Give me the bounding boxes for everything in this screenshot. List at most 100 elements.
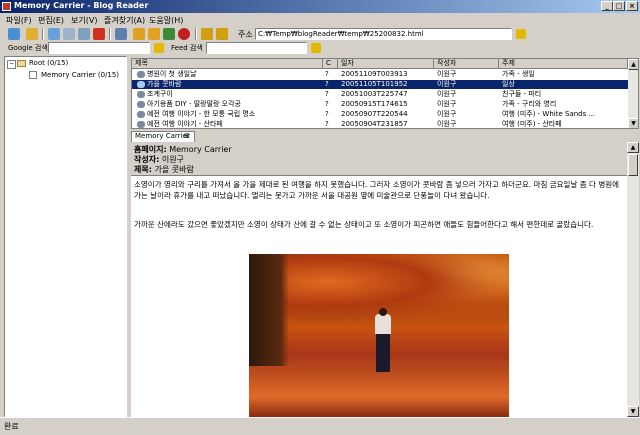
post-header: 홈페이지: Memory Carrier 작성자: 이원구 제목: 가을 콧바람: [131, 142, 627, 176]
tab-label: Memory Carrier: [135, 132, 190, 140]
menu-favorites[interactable]: 즐겨찾기(A): [104, 15, 145, 26]
cell-author: 이원구: [437, 70, 457, 78]
close-button[interactable]: ×: [626, 1, 638, 11]
cell-date: 20050904T231857: [341, 120, 408, 128]
feed-search-label: Feed 검색: [171, 44, 203, 52]
delete-icon[interactable]: [93, 28, 105, 40]
cell-author: 이원구: [437, 100, 457, 108]
cell-date: 20051105T101952: [341, 80, 408, 88]
column-header-author[interactable]: 작성자: [434, 59, 499, 69]
menu-view[interactable]: 보기(V): [71, 15, 97, 26]
column-header-date[interactable]: 일자: [338, 59, 434, 69]
table-row[interactable]: 병원이 첫 생일날? 20051109T003913 이원구 가족 - 생일: [132, 70, 628, 79]
post-icon: [137, 121, 145, 128]
cell-date: 20051003T225747: [341, 90, 408, 98]
address-input[interactable]: C:₩Temp₩blogReader₩temp₩25200832.html: [255, 28, 512, 40]
scroll-thumb[interactable]: [628, 154, 638, 176]
folder-icon: [17, 60, 26, 67]
edit-icon[interactable]: [63, 28, 75, 40]
content-scrollbar[interactable]: ▲ ▼: [627, 142, 639, 417]
status-bar: 완료: [0, 417, 640, 435]
status-text: 완료: [4, 422, 19, 431]
cell-title: 예전 여행 이야기 - 산타페: [147, 120, 223, 128]
column-header-topic[interactable]: 주제: [499, 59, 628, 69]
cell-c: ?: [325, 90, 329, 98]
list-scrollbar[interactable]: ▲ ▼: [628, 59, 638, 128]
cell-topic: 여행 (미주) - 산타페: [502, 120, 562, 128]
table-row[interactable]: 예전 여행 이야기 - 산타페? 20050904T231857 이원구 여행 (미주…: [132, 120, 628, 128]
column-header-title[interactable]: 제목: [132, 59, 323, 69]
minimize-button[interactable]: _: [601, 1, 613, 11]
cell-date: 20051109T003913: [341, 70, 408, 78]
refresh-icon[interactable]: [8, 28, 20, 40]
homepage-value[interactable]: Memory Carrier: [169, 145, 231, 154]
scroll-up-button[interactable]: ▲: [628, 59, 638, 70]
folder-icon[interactable]: [26, 28, 38, 40]
author-value: 이원구: [161, 155, 184, 164]
cell-topic: 친구들 - 파티: [502, 90, 542, 98]
google-search-go-icon[interactable]: [154, 43, 164, 53]
homepage-label: 홈페이지:: [134, 145, 167, 154]
up-icon[interactable]: [201, 28, 213, 40]
post-content: 소영이가 영리와 구리를 가져서 올 가을 제대로 된 여행을 하지 못했습니다…: [131, 176, 627, 417]
tree-collapse-toggle[interactable]: −: [7, 60, 16, 69]
cell-date: 20050915T174615: [341, 100, 408, 108]
address-go-icon[interactable]: [516, 29, 526, 39]
address-label: 주소: [238, 30, 253, 39]
cell-title: 병원이 첫 생일날: [147, 70, 197, 78]
table-row[interactable]: 조계구이? 20051003T225747 이원구 친구들 - 파티: [132, 90, 628, 99]
cell-date: 20050907T220544: [341, 110, 408, 118]
title-bar: Memory Carrier - Blog Reader _ □ ×: [0, 0, 640, 13]
column-header-c[interactable]: C: [323, 59, 338, 69]
cell-topic: 여행 (미주) - White Sands ...: [502, 110, 596, 118]
menu-file[interactable]: 파일(F): [6, 15, 32, 26]
page-icon[interactable]: [115, 28, 127, 40]
table-row[interactable]: 아기용품 DIY - 딸랑딸랑 오각공? 20050915T174615 이원구 가족…: [132, 100, 628, 109]
feed-search-input[interactable]: [206, 42, 307, 54]
cell-author: 이원구: [437, 90, 457, 98]
feed-search-go-icon[interactable]: [311, 43, 321, 53]
scroll-down-button[interactable]: ▼: [627, 406, 639, 417]
cell-topic: 일상: [502, 80, 515, 88]
menu-edit[interactable]: 편집(E): [38, 15, 64, 26]
cell-c: ?: [325, 80, 329, 88]
post-paragraph-2: 가까운 산에라도 갔으면 좋았겠지만 소영이 상태가 산에 갈 수 없는 상태이…: [134, 220, 594, 229]
move-icon[interactable]: [78, 28, 90, 40]
app-icon: [2, 2, 11, 11]
forward-icon[interactable]: [148, 28, 160, 40]
title-label: 제목:: [134, 165, 152, 174]
cell-topic: 가족 - 구리와 영리: [502, 100, 557, 108]
cell-c: ?: [325, 70, 329, 78]
menu-bar: 파일(F) 편집(E) 보기(V) 즐겨찾기(A) 도움말(H): [0, 13, 640, 27]
author-label: 작성자:: [134, 155, 160, 164]
autumn-photo: [249, 254, 509, 417]
toolbar: 주소 C:₩Temp₩blogReader₩temp₩25200832.html: [0, 27, 640, 41]
table-row[interactable]: 가을 콧바람? 20051105T101952 이원구 일상: [132, 80, 628, 89]
window-title: Memory Carrier - Blog Reader: [14, 1, 149, 10]
back-icon[interactable]: [133, 28, 145, 40]
new-feed-icon[interactable]: [48, 28, 60, 40]
stop-icon[interactable]: [178, 28, 190, 40]
menu-help[interactable]: 도움말(H): [149, 15, 183, 26]
cell-c: ?: [325, 100, 329, 108]
table-row[interactable]: 예전 여행 이야기 - 한 모퉁 국립 명소? 20050907T220544 이원…: [132, 110, 628, 119]
post-paragraph-1: 소영이가 영리와 구리를 가져서 올 가을 제대로 된 여행을 하지 못했습니다…: [134, 180, 620, 200]
maximize-button[interactable]: □: [613, 1, 625, 11]
post-icon: [137, 101, 145, 108]
close-icon[interactable]: ⊠: [184, 132, 190, 141]
down-icon[interactable]: [216, 28, 228, 40]
cell-c: ?: [325, 110, 329, 118]
cell-author: 이원구: [437, 120, 457, 128]
google-search-label: Google 검색: [8, 44, 48, 52]
reload-icon[interactable]: [163, 28, 175, 40]
google-search-input[interactable]: [48, 42, 150, 54]
tree-root[interactable]: Root (0/15): [29, 59, 68, 67]
post-icon: [137, 71, 145, 78]
scroll-up-button[interactable]: ▲: [627, 142, 639, 153]
scroll-down-button[interactable]: ▼: [628, 118, 638, 128]
title-value: 가을 콧바람: [154, 165, 194, 174]
tree-item-memory-carrier[interactable]: Memory Carrier (0/15): [41, 71, 119, 79]
tab-memory-carrier[interactable]: Memory Carrier ⊠: [131, 131, 195, 142]
cell-title: 아기용품 DIY - 딸랑딸랑 오각공: [147, 100, 241, 108]
post-icon: [137, 81, 145, 88]
